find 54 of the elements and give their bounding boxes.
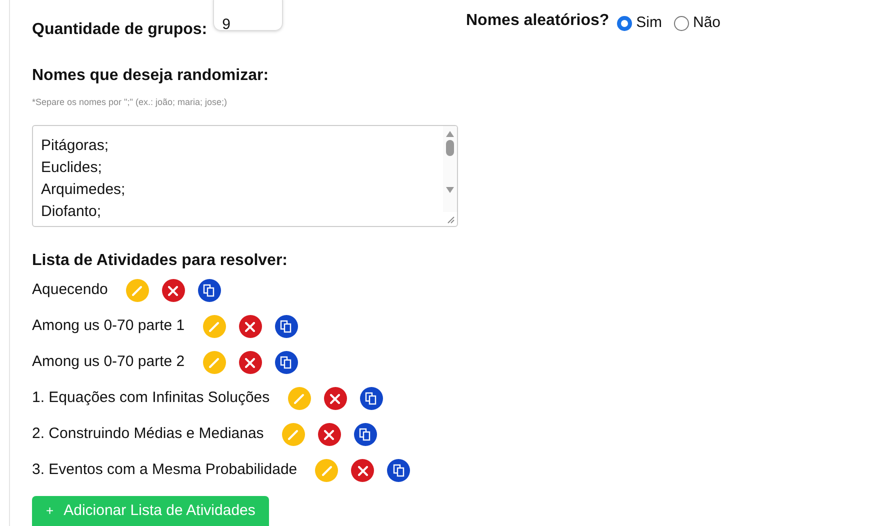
delete-button[interactable]: [238, 315, 262, 338]
text-line: Arquimedes;: [41, 180, 126, 200]
scroll-up-icon[interactable]: [445, 130, 455, 138]
pencil-icon: [208, 356, 220, 368]
pencil-icon: [131, 284, 144, 296]
close-icon: [168, 286, 178, 296]
names-textarea[interactable]: Pitágoras; Euclides; Arquimedes; Diofanto;: [32, 124, 458, 226]
delete-button[interactable]: [351, 459, 374, 482]
copy-button[interactable]: [274, 351, 298, 374]
close-icon: [324, 430, 334, 440]
copy-icon: [280, 356, 292, 369]
scroll-down-icon[interactable]: [445, 186, 455, 194]
scrollbar-thumb[interactable]: [446, 140, 454, 156]
copy-icon: [359, 428, 372, 441]
copy-button[interactable]: [360, 387, 383, 410]
pencil-icon: [208, 320, 220, 332]
activity-name: Among us 0-70 parte 1: [32, 316, 185, 336]
section-title: Lista de Atividades para resolver:: [32, 250, 289, 270]
delete-button[interactable]: [162, 279, 185, 302]
copy-icon: [365, 392, 378, 405]
close-icon: [245, 322, 256, 332]
section-title: Nomes que deseja randomizar:: [32, 66, 270, 86]
pencil-icon: [320, 464, 333, 476]
radio-option[interactable]: Sim: [617, 12, 662, 34]
scrollbar[interactable]: [443, 126, 457, 212]
activity-name: 2. Construindo Médias e Medianas: [32, 424, 264, 444]
delete-button[interactable]: [318, 423, 341, 446]
radio-option[interactable]: Não: [674, 12, 721, 34]
delete-button[interactable]: [324, 387, 347, 410]
close-icon: [358, 466, 368, 476]
close-icon: [330, 394, 340, 404]
copy-button[interactable]: [274, 315, 298, 338]
pencil-icon: [293, 392, 306, 404]
pencil-icon: [287, 428, 300, 440]
copy-icon: [280, 320, 292, 333]
number-field[interactable]: 9: [213, 0, 284, 31]
activity-name: 3. Eventos com a Mesma Probabilidade: [32, 460, 298, 480]
delete-button[interactable]: [238, 351, 262, 374]
activity-name: 1. Equações com Infinitas Soluções: [32, 388, 270, 408]
activity-name: Aquecendo: [32, 280, 108, 300]
field-label: Nomes aleatórios?: [466, 11, 610, 32]
copy-button[interactable]: [387, 459, 410, 482]
activity-name: Among us 0-70 parte 2: [32, 352, 185, 372]
text-line: Pitágoras;: [41, 136, 109, 156]
copy-button[interactable]: [198, 279, 221, 302]
resize-handle-icon[interactable]: [447, 216, 455, 224]
copy-icon: [392, 464, 405, 477]
text-line: Euclides;: [41, 158, 102, 178]
close-icon: [245, 358, 256, 368]
hint-text: *Separe os nomes por ";" (ex.: joão; maria; jose;): [32, 96, 228, 109]
copy-button[interactable]: [354, 423, 377, 446]
field-label: Quantidade de grupos:: [32, 20, 208, 40]
copy-icon: [203, 284, 216, 297]
text-line: Diofanto;: [41, 202, 102, 222]
